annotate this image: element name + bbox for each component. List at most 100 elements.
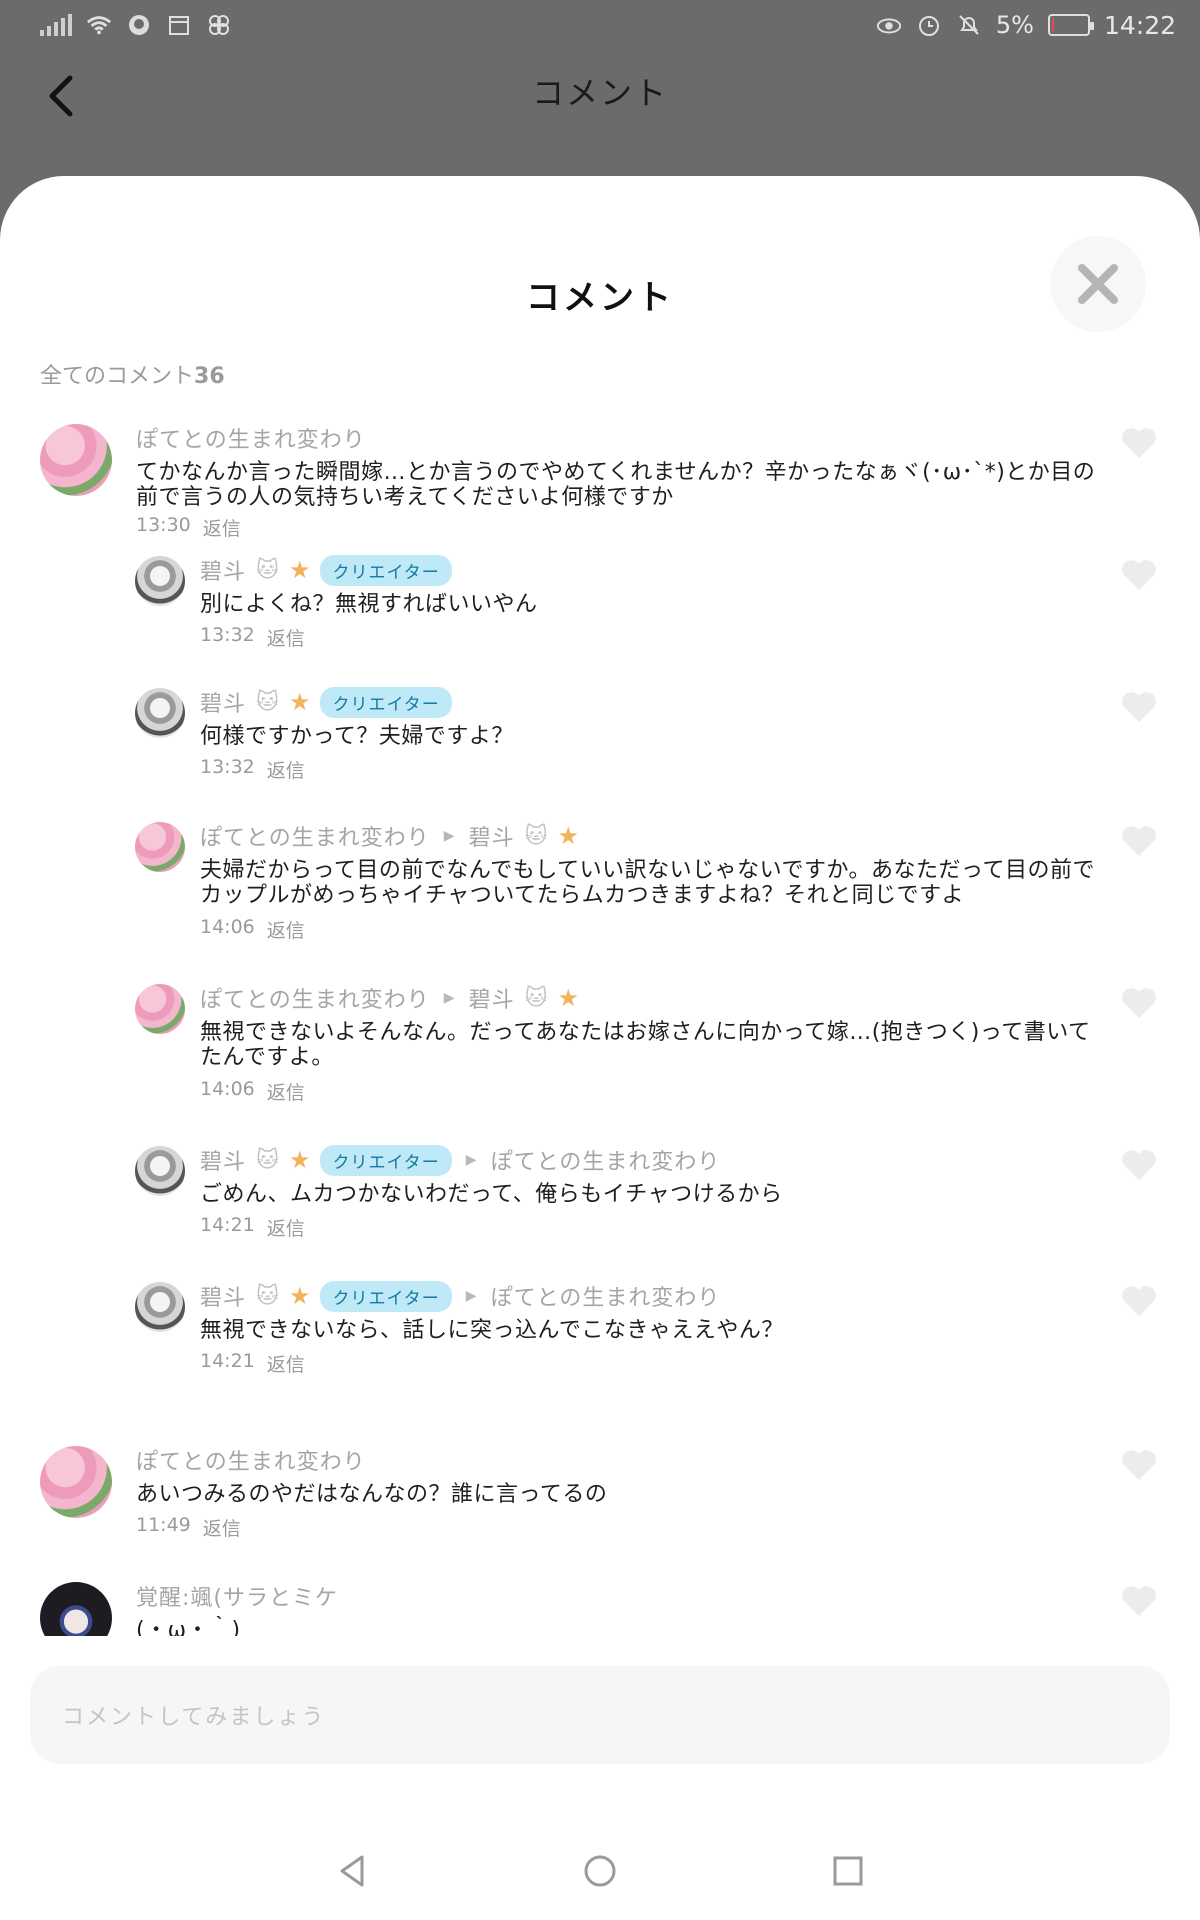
reply-to-name[interactable]: 碧斗 <box>469 982 515 1014</box>
eye-comfort-icon <box>876 14 902 36</box>
comment-text: (・ω・｀) <box>136 1618 241 1636</box>
pinwheel-icon <box>206 14 232 36</box>
heart-icon <box>1122 560 1156 590</box>
calendar-icon <box>166 14 192 36</box>
comment-time: 13:32 <box>200 624 255 646</box>
cat-emoji-icon: 🐱 <box>256 557 279 583</box>
comments-sheet: コメント 全てのコメント36 ぽてとの生まれ変わり てかなんか言った瞬間嫁…とか… <box>0 176 1200 1920</box>
comment-count: 全てのコメント36 <box>40 358 225 390</box>
comment-count-value: 36 <box>194 364 225 389</box>
nav-home-button[interactable] <box>576 1847 624 1895</box>
reply-button[interactable]: 返信 <box>267 1350 305 1377</box>
like-button[interactable] <box>1120 1284 1158 1318</box>
avatar[interactable] <box>40 424 112 496</box>
page-title: コメント <box>531 74 668 112</box>
avatar[interactable] <box>40 1582 112 1636</box>
star-icon: ★ <box>288 556 311 584</box>
reply-to-arrow-icon: ▶ <box>443 828 455 844</box>
heart-icon <box>1122 826 1156 856</box>
reply-to-arrow-icon: ▶ <box>443 990 455 1006</box>
status-time: 14:22 <box>1103 10 1176 40</box>
commenter-name[interactable]: ぽてとの生まれ変わり <box>136 1444 366 1476</box>
square-recents-icon <box>833 1856 863 1886</box>
battery-percent: 5% <box>995 11 1034 39</box>
page-header: コメント <box>0 50 1200 180</box>
commenter-name[interactable]: 碧斗 <box>200 1144 246 1176</box>
reply-button[interactable]: 返信 <box>203 1514 241 1541</box>
alarm-icon <box>916 14 942 36</box>
avatar[interactable] <box>40 1446 112 1518</box>
cat-emoji-icon: 🐱 <box>256 1147 279 1173</box>
reply-to-name[interactable]: 碧斗 <box>469 820 515 852</box>
status-right-icons: 5% 14:22 <box>876 11 1176 40</box>
avatar[interactable] <box>135 1146 185 1196</box>
heart-icon <box>1122 1586 1156 1616</box>
nav-recents-button[interactable] <box>824 1847 872 1895</box>
commenter-name[interactable]: 碧斗 <box>200 554 246 586</box>
commenter-name[interactable]: 碧斗 <box>200 686 246 718</box>
comment-time: 14:21 <box>200 1214 255 1236</box>
like-button[interactable] <box>1120 1148 1158 1182</box>
nav-back-button[interactable] <box>328 1847 376 1895</box>
status-left-icons <box>40 14 232 36</box>
comment-list[interactable]: ぽてとの生まれ変わり てかなんか言った瞬間嫁…とか言うのでやめてくれませんか？辛… <box>0 422 1200 1636</box>
avatar[interactable] <box>135 1282 185 1332</box>
like-button[interactable] <box>1120 986 1158 1020</box>
star-icon: ★ <box>557 984 580 1012</box>
close-icon <box>1078 264 1118 304</box>
commenter-name[interactable]: ぽてとの生まれ変わり <box>200 820 430 852</box>
reply-button[interactable]: 返信 <box>267 624 305 651</box>
signal-icon <box>40 14 72 36</box>
comment-text: あいつみるのやだはなんなの？誰に言ってるの <box>136 1482 608 1507</box>
star-icon: ★ <box>288 1146 311 1174</box>
battery-icon <box>1047 14 1094 36</box>
commenter-name[interactable]: ぽてとの生まれ変わり <box>136 422 366 454</box>
avatar[interactable] <box>135 984 185 1034</box>
comment-text: 無視できないなら、話しに突っ込んでこなきゃええやん？ <box>200 1318 784 1343</box>
star-icon: ★ <box>288 1282 311 1310</box>
reply-to-name[interactable]: ぽてとの生まれ変わり <box>491 1144 721 1176</box>
commenter-name[interactable]: 碧斗 <box>200 1280 246 1312</box>
system-nav-bar <box>0 1822 1200 1920</box>
comment-text: 何様ですかって？夫婦ですよ？ <box>200 724 514 749</box>
comment-text: 別によくね？無視すればいいやん <box>200 592 538 617</box>
cat-emoji-icon: 🐱 <box>256 1283 279 1309</box>
status-bar: 5% 14:22 <box>0 0 1200 50</box>
avatar[interactable] <box>135 556 185 606</box>
reply-button[interactable]: 返信 <box>267 756 305 783</box>
cat-emoji-icon: 🐱 <box>256 689 279 715</box>
wifi-icon <box>86 14 112 36</box>
heart-icon <box>1122 988 1156 1018</box>
comment-time: 13:32 <box>200 756 255 778</box>
like-button[interactable] <box>1120 1584 1158 1618</box>
heart-icon <box>1122 1450 1156 1480</box>
comment-time: 13:30 <box>136 514 191 536</box>
avatar[interactable] <box>135 822 185 872</box>
reply-button[interactable]: 返信 <box>267 916 305 943</box>
creator-badge: クリエイター <box>320 1280 452 1312</box>
comment-time: 14:21 <box>200 1350 255 1372</box>
like-button[interactable] <box>1120 426 1158 460</box>
battery-level <box>1051 18 1054 32</box>
commenter-name[interactable]: ぽてとの生まれ変わり <box>200 982 430 1014</box>
notification-app-icon <box>126 14 152 36</box>
comment-input[interactable]: コメントしてみましょう <box>30 1666 1170 1764</box>
like-button[interactable] <box>1120 690 1158 724</box>
comment-count-label: 全てのコメント <box>40 364 195 389</box>
comment-text: 無視できないよそんなん。だってあなたはお嫁さんに向かって嫁…(抱きつく)って書い… <box>200 1020 1091 1070</box>
close-button[interactable] <box>1050 236 1146 332</box>
reply-button[interactable]: 返信 <box>267 1078 305 1105</box>
star-icon: ★ <box>557 822 580 850</box>
heart-icon <box>1122 1286 1156 1316</box>
like-button[interactable] <box>1120 558 1158 592</box>
like-button[interactable] <box>1120 1448 1158 1482</box>
avatar[interactable] <box>135 688 185 738</box>
like-button[interactable] <box>1120 824 1158 858</box>
mute-bell-icon <box>956 14 982 36</box>
reply-button[interactable]: 返信 <box>267 1214 305 1241</box>
reply-button[interactable]: 返信 <box>203 514 241 541</box>
commenter-name[interactable]: 覚醒:颯(サラとミケ <box>136 1580 338 1612</box>
cat-emoji-icon: 🐱 <box>524 985 548 1011</box>
reply-to-name[interactable]: ぽてとの生まれ変わり <box>491 1280 721 1312</box>
creator-badge: クリエイター <box>320 1144 452 1176</box>
